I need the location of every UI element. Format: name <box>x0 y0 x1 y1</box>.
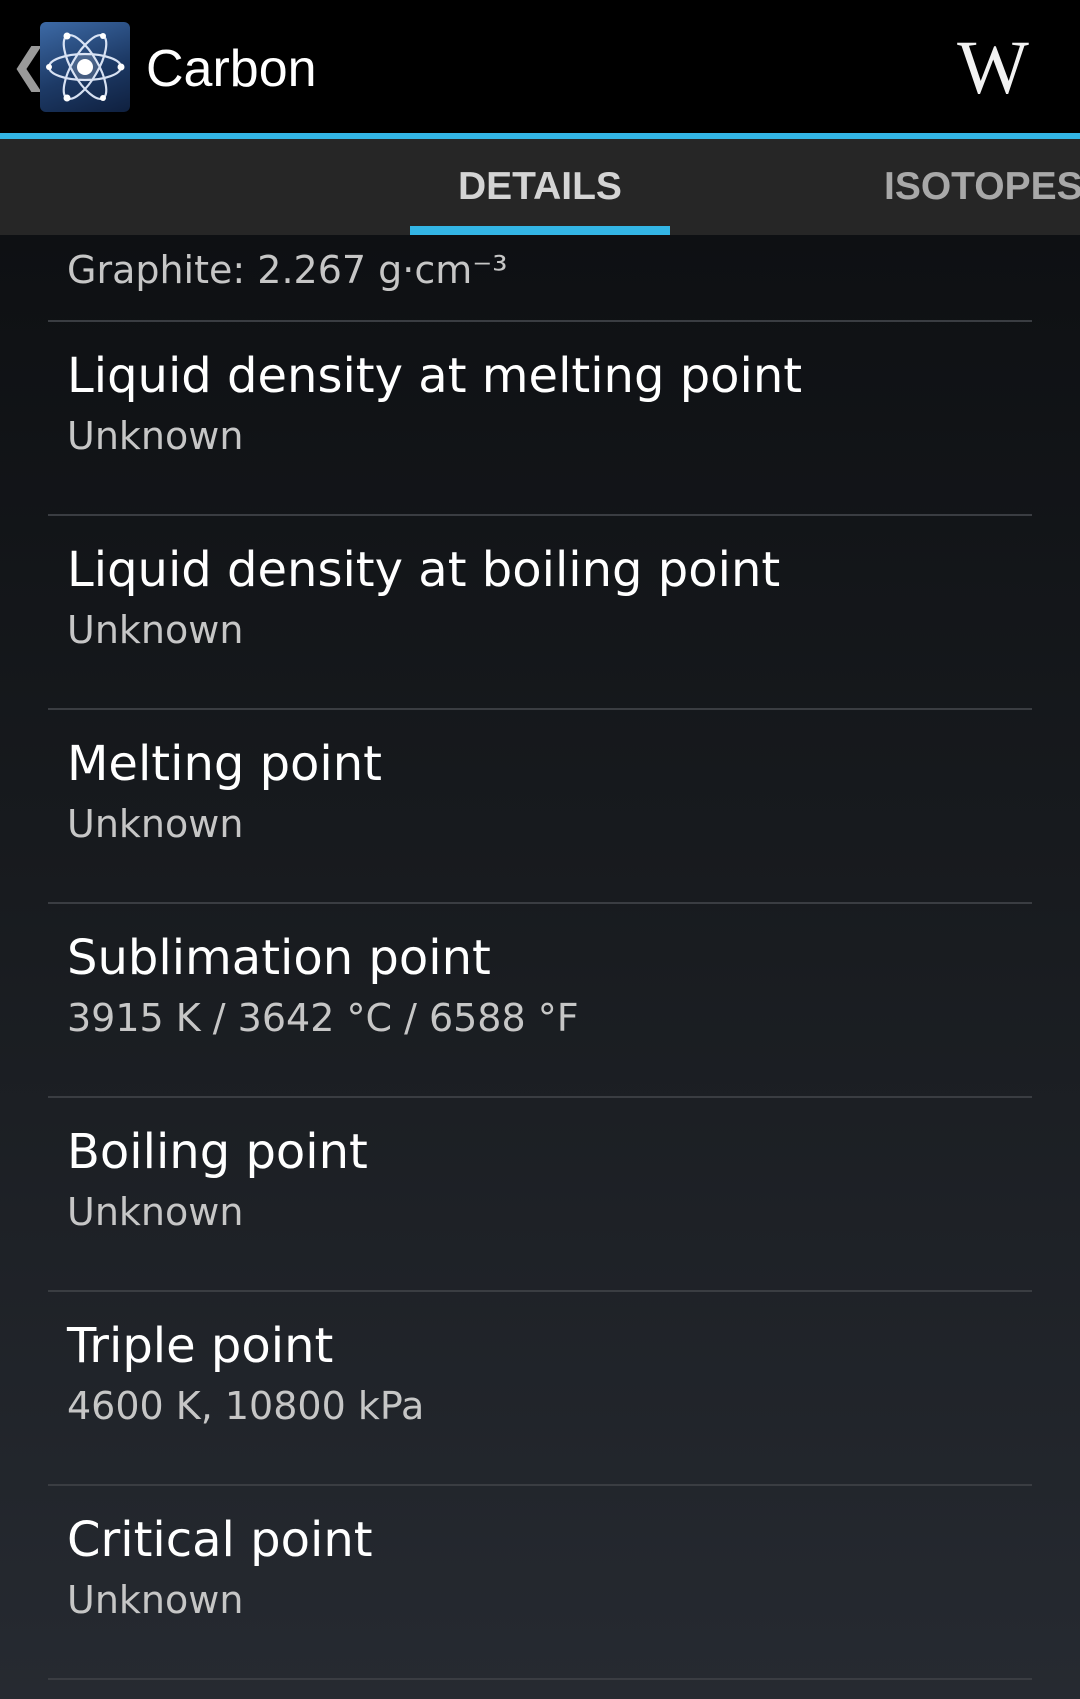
item-value: Unknown <box>67 1190 244 1234</box>
list-item: Liquid density at melting point Unknown <box>48 322 1032 516</box>
list-item: Triple point 4600 K, 10800 kPa <box>48 1292 1032 1486</box>
item-value: Graphite: 2.267 g·cm⁻³ <box>67 248 508 292</box>
details-list[interactable]: Graphite: 2.267 g·cm⁻³ Liquid density at… <box>0 235 1080 1699</box>
selected-tab-indicator <box>410 226 670 235</box>
list-item: Graphite: 2.267 g·cm⁻³ <box>48 235 1032 322</box>
list-item: Boiling point Unknown <box>48 1098 1032 1292</box>
item-label: Liquid density at boiling point <box>67 542 781 598</box>
action-bar: ❮ Carbon W <box>0 0 1080 139</box>
item-value: Unknown <box>67 414 244 458</box>
item-label: Sublimation point <box>67 930 491 986</box>
item-label: Melting point <box>67 736 382 792</box>
item-label: Boiling point <box>67 1124 368 1180</box>
item-value: 4600 K, 10800 kPa <box>67 1384 425 1428</box>
item-value: Unknown <box>67 608 244 652</box>
wikipedia-button[interactable]: W <box>950 28 1036 108</box>
list-item: Liquid density at boiling point Unknown <box>48 516 1032 710</box>
back-chevron-icon[interactable]: ❮ <box>10 40 49 90</box>
element-details-screen: ❮ Carbon W DETAILS ISOTOPES Graphite: 2.… <box>0 0 1080 1699</box>
atom-icon[interactable] <box>40 22 130 112</box>
page-title: Carbon <box>146 40 317 98</box>
tab-details[interactable]: DETAILS <box>458 139 622 235</box>
list-item: Melting point Unknown <box>48 710 1032 904</box>
item-value: Unknown <box>67 1578 244 1622</box>
item-label: Liquid density at melting point <box>67 348 803 404</box>
item-value: Unknown <box>67 802 244 846</box>
item-value: 3915 K / 3642 °C / 6588 °F <box>67 996 579 1040</box>
item-label: Critical point <box>67 1512 373 1568</box>
atom-icon-graphic <box>46 32 125 102</box>
tab-isotopes[interactable]: ISOTOPES <box>884 139 1080 235</box>
list-item: Critical point Unknown <box>48 1486 1032 1680</box>
list-item: Sublimation point 3915 K / 3642 °C / 658… <box>48 904 1032 1098</box>
tab-strip: DETAILS ISOTOPES <box>0 139 1080 235</box>
item-label: Triple point <box>67 1318 334 1374</box>
